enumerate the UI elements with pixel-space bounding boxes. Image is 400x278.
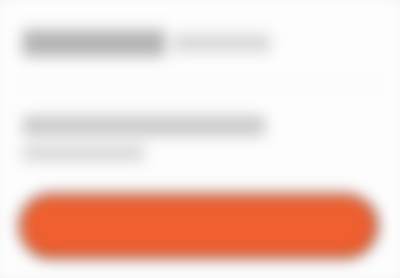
primary-action-button[interactable] [18,193,378,259]
divider [14,82,386,84]
heading-blur [22,29,166,57]
body-text-line-2 [22,145,145,162]
subheading-blur [173,33,271,53]
app-screen [0,0,400,278]
header [22,20,370,81]
body-text-line-1 [22,115,266,136]
blurred-card [0,0,400,278]
